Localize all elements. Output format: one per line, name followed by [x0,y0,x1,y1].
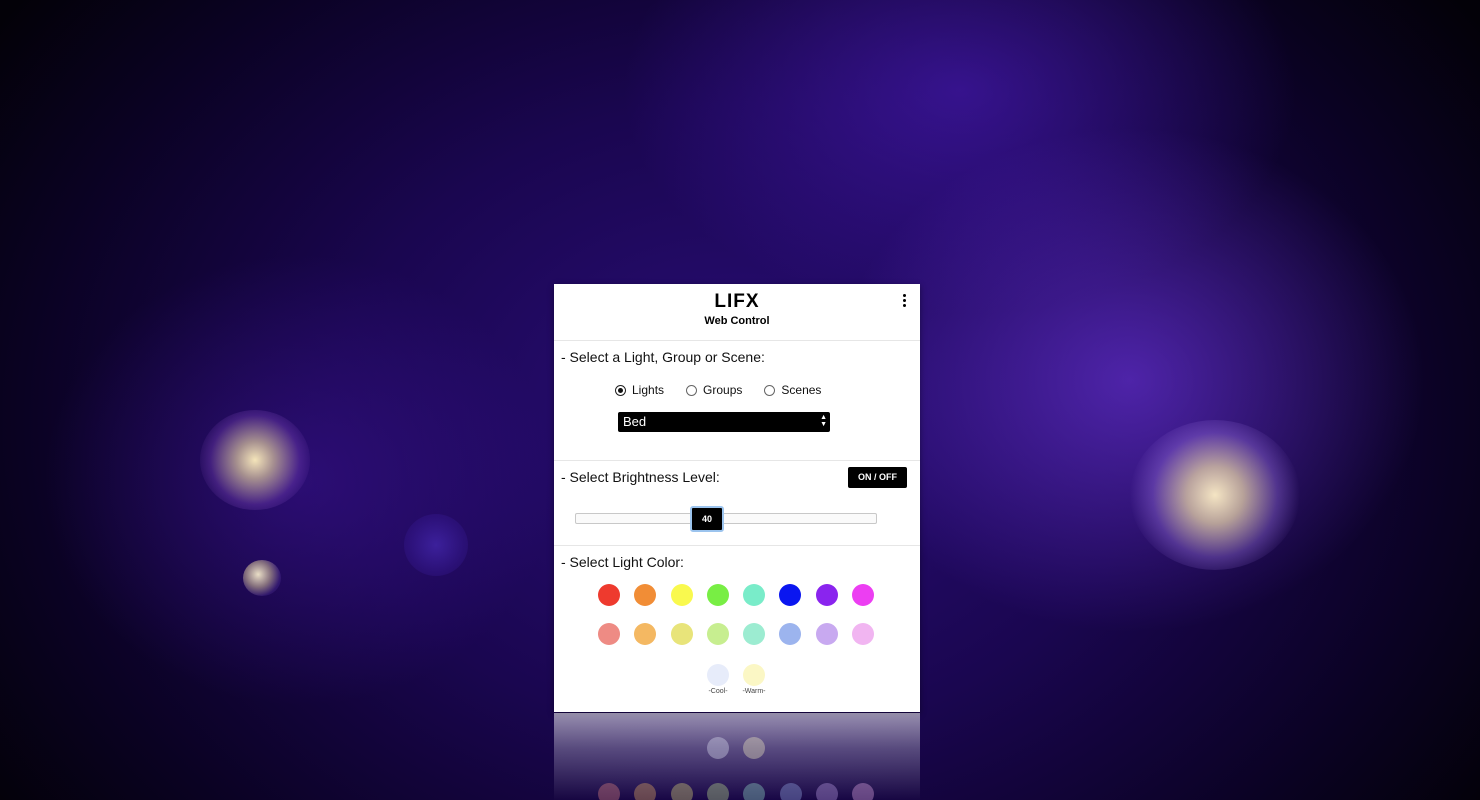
temp-cool-label: -Cool- [708,688,728,695]
vivid-color-swatch-5[interactable] [743,584,766,606]
reflection-color-dot-5 [743,783,766,800]
radio-scenes[interactable]: Scenes [764,383,821,397]
vivid-color-swatch-2[interactable] [634,584,657,606]
color-swatch-row-vivid [598,584,888,606]
pastel-color-swatch-7[interactable] [815,623,838,645]
temp-cool[interactable]: -Cool- [707,664,729,695]
pastel-color-swatch-5[interactable] [743,623,766,645]
pastel-color-swatch-2[interactable] [634,623,657,645]
cool-white-swatch[interactable] [707,664,729,686]
white-temperature-row: -Cool- -Warm- [707,664,779,695]
background-flare-right [1130,420,1300,570]
radio-lights-label: Lights [632,383,665,397]
temp-warm[interactable]: -Warm- [742,664,766,695]
vivid-color-swatch-1[interactable] [598,584,620,606]
pastel-color-swatch-4[interactable] [706,623,729,645]
light-select-value: Bed [623,414,647,429]
temp-warm-label: -Warm- [742,688,766,695]
updown-arrows-icon: ▲ ▼ [820,414,827,428]
pastel-color-swatch-6[interactable] [779,623,802,645]
reflection-color-dot-3 [670,783,693,800]
vivid-color-swatch-7[interactable] [815,584,838,606]
pastel-color-swatch-8[interactable] [852,623,875,645]
radio-scenes-circle[interactable] [764,384,776,396]
light-select-dropdown[interactable]: Bed ▲ ▼ [618,412,830,432]
reflection-color-dot-7 [815,783,838,800]
pastel-color-swatch-1[interactable] [598,623,620,645]
reflection-color-dot-6 [779,783,802,800]
on-off-button[interactable]: ON / OFF [848,467,907,488]
radio-groups-label: Groups [703,383,743,397]
vivid-color-swatch-4[interactable] [706,584,729,606]
reflection-temp-dot-1 [707,737,729,759]
lifx-logo: LIFX [714,291,760,312]
panel-reflection [554,713,920,800]
reflection-color-dot-1 [598,783,620,800]
radio-lights[interactable]: Lights [615,383,664,397]
reflection-color-dot-2 [634,783,657,800]
more-vertical-icon[interactable] [900,294,908,310]
reflection-content [554,713,920,800]
vivid-color-swatch-6[interactable] [779,584,802,606]
reflection-color-dot-8 [852,783,875,800]
background-flare-left-small [243,560,281,596]
reflection-temp-dot-2 [743,737,765,759]
select-target-title: - Select a Light, Group or Scene: [561,349,765,365]
background-flare-orb [404,514,468,576]
app-header: LIFX Web Control [554,284,920,341]
brightness-slider-track[interactable] [575,513,877,524]
radio-groups-circle[interactable] [686,384,698,396]
target-type-radio-group: Lights Groups Scenes [615,383,843,397]
app-subtitle: Web Control [704,315,770,327]
color-swatch-row-pastel [598,623,888,645]
vivid-color-swatch-3[interactable] [670,584,693,606]
color-section: - Select Light Color: -Cool- -Warm- [554,546,920,712]
warm-white-swatch[interactable] [743,664,765,686]
radio-scenes-label: Scenes [781,383,822,397]
reflection-color-dot-4 [706,783,729,800]
pastel-color-swatch-3[interactable] [670,623,693,645]
brightness-section: - Select Brightness Level: ON / OFF 40 [554,461,920,546]
select-target-section: - Select a Light, Group or Scene: Lights… [554,341,920,461]
brightness-slider-thumb[interactable]: 40 [690,506,724,532]
color-title: - Select Light Color: [561,554,684,570]
lifx-control-panel: LIFX Web Control - Select a Light, Group… [554,284,920,712]
background-flare-left [200,410,310,510]
radio-groups[interactable]: Groups [686,383,742,397]
vivid-color-swatch-8[interactable] [852,584,875,606]
radio-lights-circle[interactable] [615,384,626,396]
